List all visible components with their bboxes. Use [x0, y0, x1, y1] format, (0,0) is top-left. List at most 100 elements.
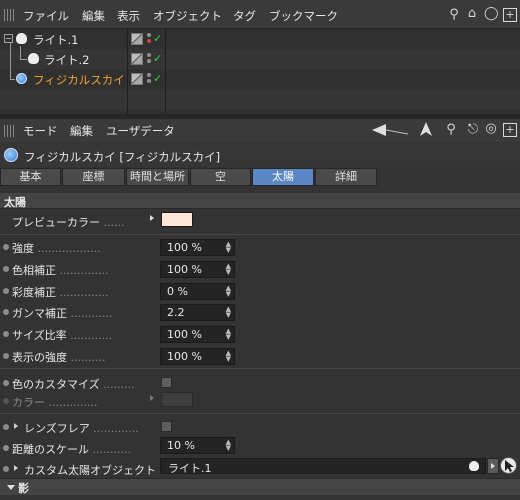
- hue-correction-label: 色相補正 ..............: [12, 264, 109, 277]
- menu-edit[interactable]: 編集: [82, 8, 105, 24]
- animation-radio-icon[interactable]: [3, 244, 9, 250]
- enabled-check-icon[interactable]: ✓: [153, 52, 162, 65]
- visibility-dots-icon[interactable]: [146, 33, 152, 45]
- saturation-correction-field[interactable]: 0 % ▲ ▼: [160, 283, 235, 300]
- menu-edit[interactable]: 編集: [70, 123, 93, 139]
- animation-radio-icon[interactable]: [3, 466, 9, 472]
- panel-grip-icon[interactable]: [4, 125, 16, 137]
- enabled-check-icon[interactable]: ✓: [153, 72, 162, 85]
- size-ratio-field[interactable]: 100 % ▲ ▼: [160, 326, 235, 343]
- tree-column-divider[interactable]: [165, 29, 166, 114]
- color-customize-checkbox[interactable]: [161, 377, 172, 388]
- hierarchy-line: [20, 59, 27, 60]
- gamma-correction-field[interactable]: 2.2 ▲ ▼: [160, 304, 235, 321]
- animation-radio-icon: [3, 398, 9, 404]
- color-swatch-disabled: [161, 392, 193, 407]
- expand-arrow-icon: [150, 395, 154, 401]
- menu-view[interactable]: 表示: [117, 8, 140, 24]
- animation-radio-icon[interactable]: [3, 424, 9, 430]
- animation-radio-icon[interactable]: [3, 353, 9, 359]
- light-bulb-icon: [28, 53, 39, 64]
- search-icon[interactable]: ⚲: [447, 8, 461, 22]
- display-intensity-label: 表示の強度 ..........: [12, 351, 106, 364]
- visibility-dots-icon[interactable]: [146, 73, 152, 85]
- hierarchy-line: [10, 41, 11, 79]
- color-label: カラー ..............: [12, 396, 98, 409]
- intensity-label: 強度 ..................: [12, 242, 101, 255]
- distance-scale-label: 距離のスケール ...........: [12, 443, 131, 456]
- expand-arrow-icon[interactable]: [14, 465, 18, 471]
- expand-toggle-icon[interactable]: −: [4, 34, 13, 43]
- intensity-field[interactable]: 100 % ▲ ▼: [160, 239, 235, 256]
- display-tag-icon[interactable]: [131, 53, 143, 65]
- panel-grip-icon[interactable]: [4, 9, 16, 21]
- section-title: 太陽: [4, 196, 26, 209]
- divider: [0, 234, 520, 235]
- divider: [0, 368, 520, 369]
- circle-icon[interactable]: ◯: [484, 7, 499, 21]
- object-label[interactable]: フィジカルスカイ: [33, 72, 125, 88]
- object-label[interactable]: ライト.1: [33, 32, 78, 48]
- saturation-correction-label: 彩度補正 ..............: [12, 286, 109, 299]
- tab-details[interactable]: 詳細: [315, 168, 377, 186]
- lock-icon[interactable]: ⎋: [467, 123, 479, 137]
- object-picker-button[interactable]: [500, 457, 517, 474]
- distance-scale-field[interactable]: 10 % ▲ ▼: [160, 437, 235, 454]
- display-tag-icon[interactable]: [131, 33, 143, 45]
- attribute-manager-menubar: モード 編集 ユーザデータ ⚲ ⎋ ◎ +: [0, 119, 520, 142]
- tab-sky[interactable]: 空: [190, 168, 251, 186]
- expand-arrow-icon[interactable]: [150, 215, 154, 221]
- physical-sky-icon: [4, 148, 18, 162]
- arrow-cursor-icon: [505, 460, 514, 472]
- menu-bookmarks[interactable]: ブックマーク: [269, 8, 338, 24]
- chevron-down-icon: [7, 485, 15, 490]
- hue-correction-field[interactable]: 100 % ▲ ▼: [160, 261, 235, 278]
- search-icon[interactable]: ⚲: [444, 123, 458, 137]
- link-menu-button[interactable]: [487, 458, 499, 474]
- object-label[interactable]: ライト.2: [44, 52, 89, 68]
- tab-basic[interactable]: 基本: [0, 168, 61, 186]
- visibility-dots-icon[interactable]: [146, 53, 152, 65]
- expand-arrow-icon[interactable]: [14, 423, 18, 429]
- menu-mode[interactable]: モード: [23, 123, 58, 139]
- up-arrow-icon[interactable]: [420, 122, 432, 136]
- menu-user-data[interactable]: ユーザデータ: [106, 123, 175, 139]
- new-panel-icon[interactable]: +: [503, 8, 517, 22]
- hierarchy-line: [20, 46, 21, 60]
- physical-sky-icon: [16, 73, 27, 84]
- size-ratio-label: サイズ比率 ............: [12, 329, 113, 342]
- display-intensity-field[interactable]: 100 % ▲ ▼: [160, 348, 235, 365]
- preview-color-swatch[interactable]: [161, 212, 193, 227]
- lens-flare-label: レンズフレア .............: [24, 422, 139, 435]
- custom-sun-object-label: カスタム太陽オブジェクト: [24, 464, 156, 477]
- tab-sun[interactable]: 太陽: [252, 168, 314, 186]
- menu-tags[interactable]: タグ: [233, 8, 256, 24]
- gamma-correction-label: ガンマ補正 ............: [12, 307, 113, 320]
- light-bulb-icon: [16, 33, 27, 44]
- animation-radio-icon[interactable]: [3, 266, 9, 272]
- display-tag-icon[interactable]: [131, 73, 143, 85]
- new-panel-icon[interactable]: +: [503, 123, 517, 137]
- target-icon[interactable]: ◎: [484, 122, 498, 136]
- tab-coordinates[interactable]: 座標: [62, 168, 125, 186]
- menu-file[interactable]: ファイル: [23, 8, 69, 24]
- back-arrow-icon[interactable]: [372, 124, 410, 136]
- menu-objects[interactable]: オブジェクト: [153, 8, 222, 24]
- home-icon[interactable]: ⌂: [465, 7, 479, 21]
- section-header-sun[interactable]: 太陽: [0, 193, 520, 209]
- animation-radio-icon[interactable]: [3, 288, 9, 294]
- object-title-row: フィジカルスカイ [フィジカルスカイ]: [0, 143, 520, 167]
- tree-row: [0, 89, 520, 109]
- tab-time-and-location[interactable]: 時間と場所: [126, 168, 189, 186]
- tree-column-divider[interactable]: [127, 29, 128, 114]
- animation-radio-icon[interactable]: [3, 445, 9, 451]
- custom-sun-object-link[interactable]: ライト.1: [160, 458, 486, 475]
- enabled-check-icon[interactable]: ✓: [153, 32, 162, 45]
- animation-radio-icon[interactable]: [3, 380, 9, 386]
- animation-radio-icon[interactable]: [3, 331, 9, 337]
- page-title: フィジカルスカイ [フィジカルスカイ]: [24, 150, 221, 164]
- section-header-shadow[interactable]: 影: [0, 478, 520, 495]
- chevron-right-icon: [491, 463, 495, 469]
- animation-radio-icon[interactable]: [3, 309, 9, 315]
- lens-flare-checkbox[interactable]: [161, 421, 172, 432]
